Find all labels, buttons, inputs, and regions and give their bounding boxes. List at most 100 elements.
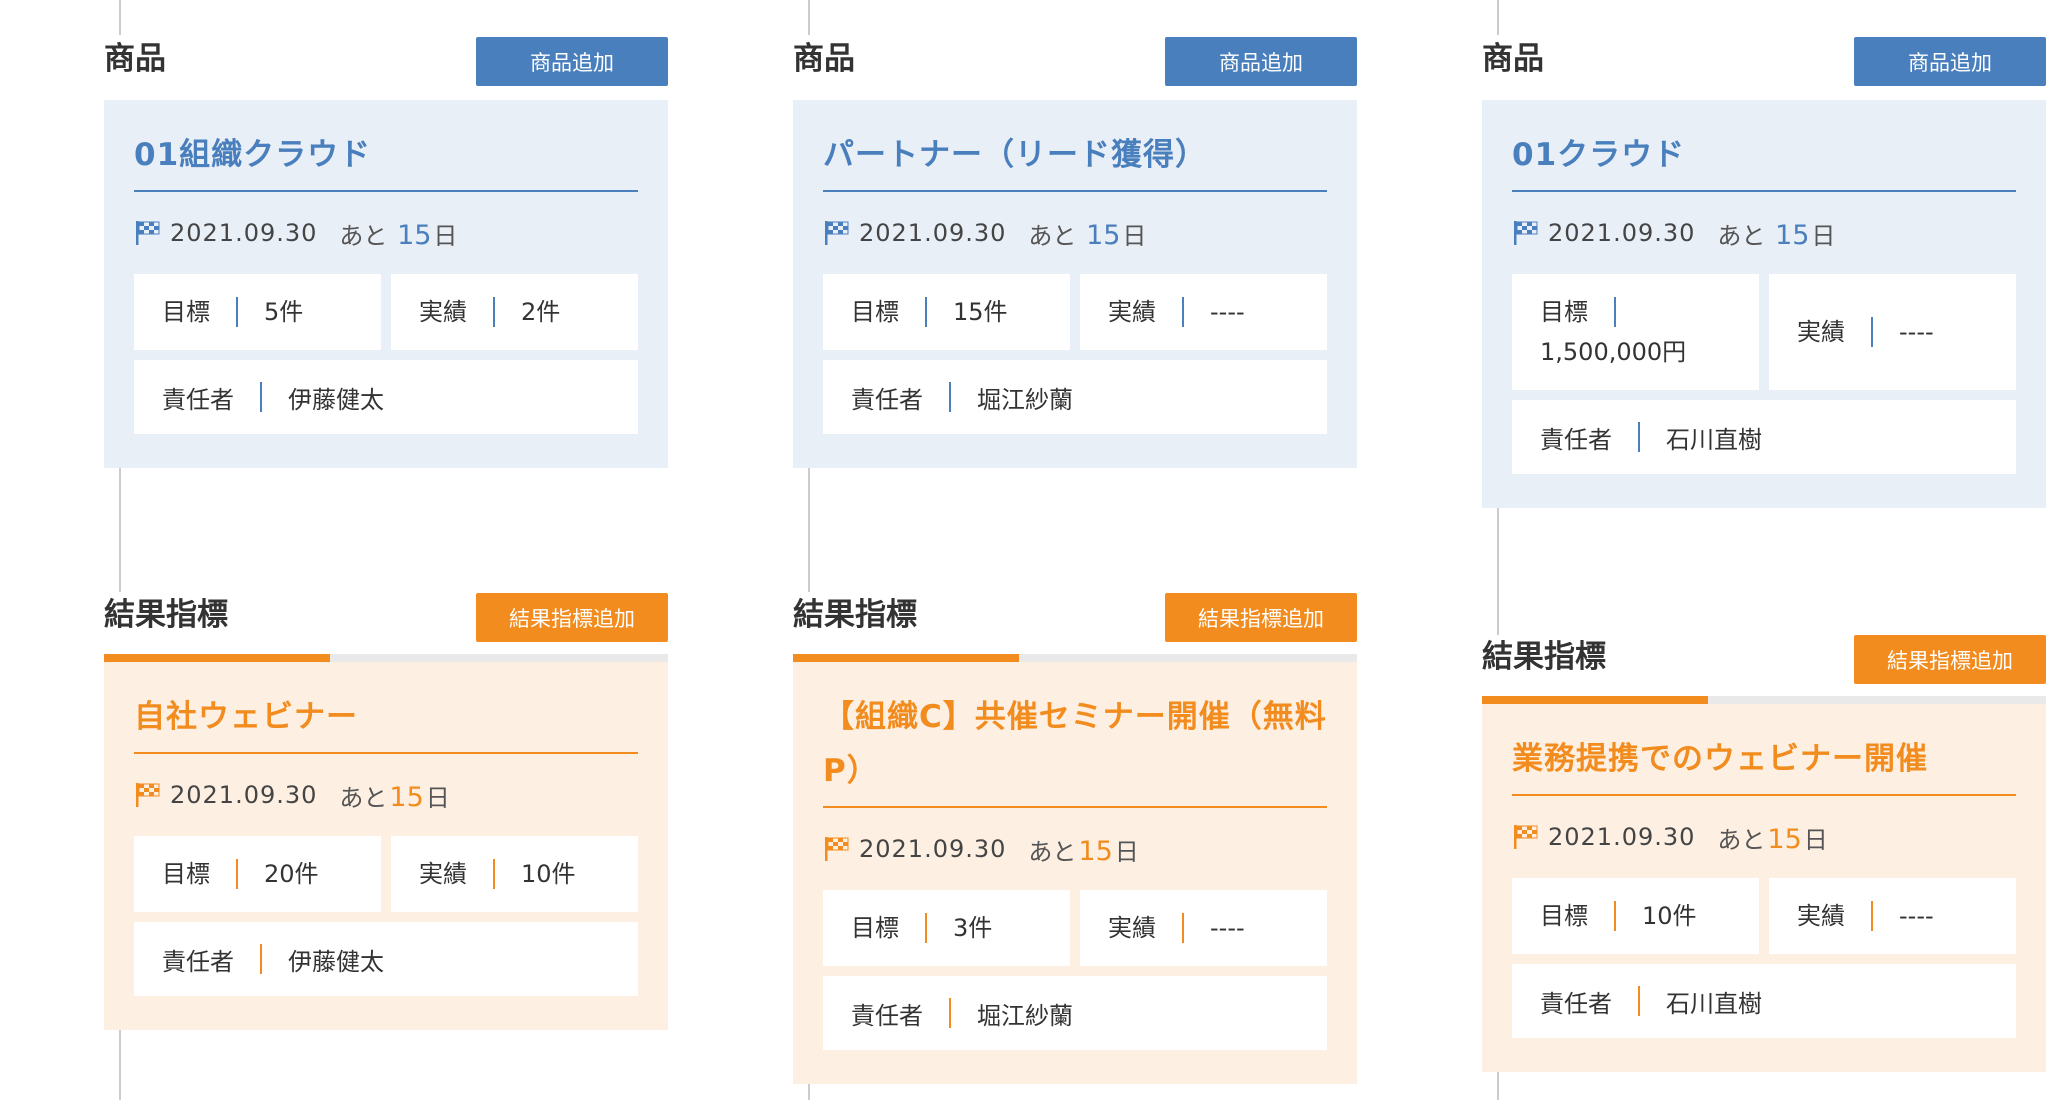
card-title[interactable]: パートナー（リード獲得） bbox=[823, 128, 1327, 192]
add-product-button[interactable]: 商品追加 bbox=[476, 37, 668, 86]
product-card[interactable]: パートナー（リード獲得） 2021.09.30 あと 15日 目標 15件 実績 -… bbox=[793, 100, 1357, 468]
actual-value: ---- bbox=[1899, 318, 1934, 346]
remain-days-number: 15 bbox=[389, 781, 424, 813]
card-title[interactable]: 【組織C】共催セミナー開催（無料P） bbox=[823, 690, 1327, 808]
remain-prefix: あと bbox=[1028, 837, 1077, 866]
add-kpi-button[interactable]: 結果指標追加 bbox=[476, 593, 668, 642]
section-header: 商品 商品追加 bbox=[1482, 0, 2046, 86]
product-section: 商品 商品追加 01クラウド 2021.09.30 あと 15日 目標 1,500… bbox=[1482, 0, 2046, 508]
add-kpi-button[interactable]: 結果指標追加 bbox=[1854, 635, 2046, 684]
divider bbox=[1182, 297, 1184, 327]
remain-suffix: 日 bbox=[433, 221, 458, 250]
product-card[interactable]: 01組織クラウド 2021.09.30 あと 15日 目標 5件 実績 2件 責任者… bbox=[104, 100, 668, 468]
deadline-date: 2021.09.30 bbox=[170, 781, 318, 809]
flag-icon bbox=[1514, 221, 1538, 245]
kpi-card[interactable]: 業務提携でのウェビナー開催 2021.09.30 あと15日 目標 10件 実績 -… bbox=[1482, 704, 2046, 1072]
target-label: 目標 bbox=[851, 914, 899, 942]
deadline-row: 2021.09.30 あと 15日 bbox=[134, 192, 638, 274]
divider bbox=[1871, 317, 1873, 347]
target-label: 目標 bbox=[162, 860, 210, 888]
owner-label: 責任者 bbox=[162, 947, 234, 976]
divider bbox=[236, 859, 238, 889]
divider bbox=[1638, 986, 1640, 1016]
add-kpi-button[interactable]: 結果指標追加 bbox=[1165, 593, 1357, 642]
remaining-days: あと 15日 bbox=[1028, 216, 1146, 251]
divider bbox=[949, 382, 951, 412]
remain-prefix: あと bbox=[339, 221, 388, 250]
stat-grid: 目標 15件 実績 ---- bbox=[823, 274, 1327, 350]
progress-bar bbox=[1482, 696, 2046, 704]
target-value: 3件 bbox=[953, 914, 993, 942]
remain-prefix: あと bbox=[1717, 221, 1766, 250]
divider bbox=[1182, 913, 1184, 943]
target-box: 目標 1,500,000円 bbox=[1512, 274, 1759, 390]
add-product-button[interactable]: 商品追加 bbox=[1854, 37, 2046, 86]
card-title[interactable]: 自社ウェビナー bbox=[134, 690, 638, 754]
kpi-card[interactable]: 【組織C】共催セミナー開催（無料P） 2021.09.30 あと15日 目標 3件… bbox=[793, 662, 1357, 1084]
deadline-row: 2021.09.30 あと15日 bbox=[823, 808, 1327, 890]
progress-fill bbox=[793, 654, 1019, 662]
owner-box: 責任者 堀江紗蘭 bbox=[823, 360, 1327, 434]
divider bbox=[493, 297, 495, 327]
actual-box: 実績 ---- bbox=[1080, 274, 1327, 350]
target-label: 目標 bbox=[851, 298, 899, 326]
owner-name: 石川直樹 bbox=[1666, 989, 1762, 1018]
actual-label: 実績 bbox=[1108, 914, 1156, 942]
actual-label: 実績 bbox=[419, 298, 467, 326]
divider bbox=[925, 297, 927, 327]
actual-value: ---- bbox=[1210, 914, 1245, 942]
target-box: 目標 10件 bbox=[1512, 878, 1759, 954]
kpi-card[interactable]: 自社ウェビナー 2021.09.30 あと15日 目標 20件 実績 10件 責任者… bbox=[104, 662, 668, 1030]
flag-icon bbox=[825, 837, 849, 861]
owner-label: 責任者 bbox=[851, 1001, 923, 1030]
target-value: 5件 bbox=[264, 298, 304, 326]
actual-label: 実績 bbox=[1797, 318, 1845, 346]
actual-value: ---- bbox=[1210, 298, 1245, 326]
deadline-date: 2021.09.30 bbox=[859, 219, 1007, 247]
actual-value: 2件 bbox=[521, 298, 561, 326]
product-card[interactable]: 01クラウド 2021.09.30 あと 15日 目標 1,500,000円 実績… bbox=[1482, 100, 2046, 508]
owner-box: 責任者 石川直樹 bbox=[1512, 400, 2016, 474]
remain-days-number: 15 bbox=[1078, 835, 1113, 867]
section-title: 結果指標 bbox=[1482, 639, 1606, 675]
remain-prefix: あと bbox=[1028, 221, 1077, 250]
target-value: 1,500,000円 bbox=[1540, 338, 1687, 366]
divider bbox=[925, 913, 927, 943]
target-label: 目標 bbox=[162, 298, 210, 326]
remain-suffix: 日 bbox=[1114, 837, 1139, 866]
card-title[interactable]: 01クラウド bbox=[1512, 128, 2016, 192]
target-box: 目標 5件 bbox=[134, 274, 381, 350]
remaining-days: あと15日 bbox=[339, 778, 449, 813]
target-label: 目標 bbox=[1540, 902, 1588, 930]
owner-name: 伊藤健太 bbox=[288, 947, 384, 976]
remain-days-number: 15 bbox=[1775, 219, 1810, 251]
flag-icon bbox=[136, 221, 160, 245]
flag-icon bbox=[1514, 825, 1538, 849]
section-title: 商品 bbox=[104, 41, 166, 77]
actual-box: 実績 ---- bbox=[1769, 878, 2016, 954]
stat-grid: 目標 20件 実績 10件 bbox=[134, 836, 638, 912]
kpi-section: 結果指標 結果指標追加 【組織C】共催セミナー開催（無料P） 2021.09.3… bbox=[793, 556, 1357, 1084]
divider bbox=[1871, 901, 1873, 931]
remain-suffix: 日 bbox=[425, 783, 450, 812]
progress-bar bbox=[793, 654, 1357, 662]
owner-box: 責任者 伊藤健太 bbox=[134, 360, 638, 434]
flag-icon bbox=[825, 221, 849, 245]
owner-box: 責任者 伊藤健太 bbox=[134, 922, 638, 996]
product-section: 商品 商品追加 パートナー（リード獲得） 2021.09.30 あと 15日 目… bbox=[793, 0, 1357, 468]
add-product-button[interactable]: 商品追加 bbox=[1165, 37, 1357, 86]
owner-box: 責任者 堀江紗蘭 bbox=[823, 976, 1327, 1050]
section-header: 結果指標 結果指標追加 bbox=[793, 556, 1357, 642]
target-box: 目標 3件 bbox=[823, 890, 1070, 966]
owner-name: 石川直樹 bbox=[1666, 425, 1762, 454]
section-header: 商品 商品追加 bbox=[104, 0, 668, 86]
card-title[interactable]: 業務提携でのウェビナー開催 bbox=[1512, 732, 2016, 796]
actual-box: 実績 ---- bbox=[1080, 890, 1327, 966]
deadline-date: 2021.09.30 bbox=[859, 835, 1007, 863]
card-title[interactable]: 01組織クラウド bbox=[134, 128, 638, 192]
actual-label: 実績 bbox=[419, 860, 467, 888]
stat-grid: 目標 5件 実績 2件 bbox=[134, 274, 638, 350]
stat-grid: 目標 10件 実績 ---- bbox=[1512, 878, 2016, 954]
target-value: 15件 bbox=[953, 298, 1008, 326]
actual-box: 実績 ---- bbox=[1769, 274, 2016, 390]
